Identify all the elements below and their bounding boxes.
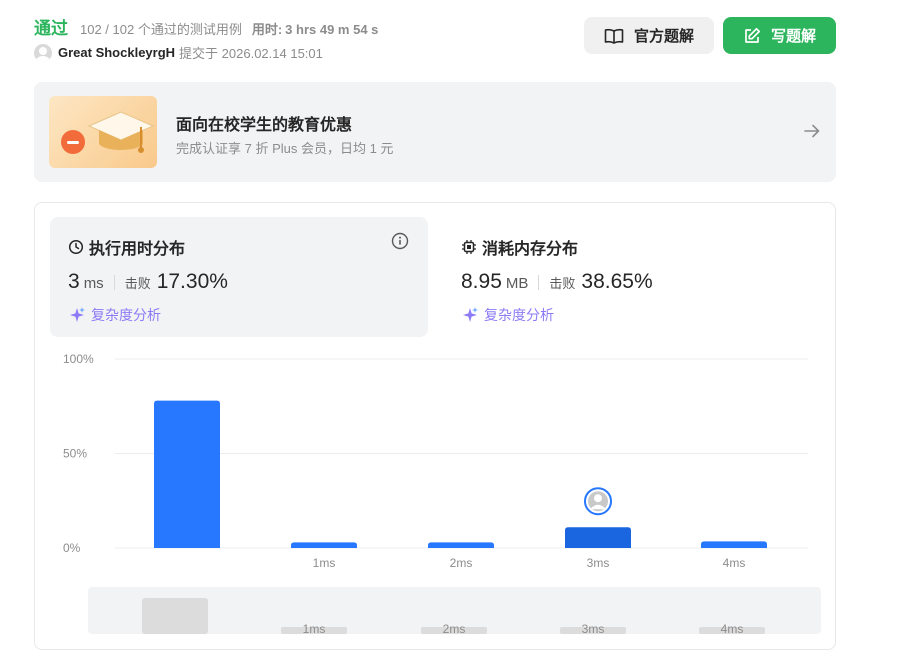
avatar-head bbox=[594, 494, 602, 503]
status-line: 通过 102 / 102 个通过的测试用例 用时: 3 hrs 49 m 54 … bbox=[34, 14, 378, 39]
runtime-title: 执行用时分布 bbox=[68, 235, 185, 259]
submit-time: 提交于 2026.02.14 15:01 bbox=[179, 46, 323, 61]
divider bbox=[538, 274, 540, 290]
runtime-complexity-label: 复杂度分析 bbox=[91, 307, 161, 323]
overview-tick-label: 4ms bbox=[721, 622, 744, 636]
runtime-card[interactable]: 执行用时分布 3 ms 击败 17.30% 复杂度分析 bbox=[50, 217, 428, 337]
runtime-beat-value: 17.30% bbox=[156, 270, 228, 293]
overview-bar bbox=[142, 598, 208, 634]
user-name[interactable]: Great ShockleyrgH bbox=[58, 45, 175, 60]
memory-values: 8.95 MB 击败 38.65% bbox=[461, 270, 653, 294]
bar bbox=[565, 527, 631, 548]
overview-tick-label: 1ms bbox=[303, 622, 326, 636]
edit-icon bbox=[745, 27, 761, 43]
memory-title: 消耗内存分布 bbox=[461, 235, 578, 259]
promo-title: 面向在校学生的教育优惠 bbox=[176, 117, 353, 134]
distribution-panel: 执行用时分布 3 ms 击败 17.30% 复杂度分析 消耗内存分布 8.95 … bbox=[34, 202, 836, 650]
runtime-value: 3 bbox=[68, 270, 80, 293]
runtime-distribution-chart[interactable]: 100% 50% 0% 1ms 2ms 3ms 4ms 1ms 2ms 3ms 4ms bbox=[35, 343, 835, 643]
write-solution-button[interactable]: 写题解 bbox=[723, 17, 836, 54]
x-tick-label: 4ms bbox=[723, 556, 746, 570]
y-tick-label: 0% bbox=[63, 541, 81, 555]
memory-unit: MB bbox=[505, 275, 529, 292]
graduation-cap-image bbox=[49, 96, 157, 168]
submit-info: Great ShockleyrgH 提交于 2026.02.14 15:01 bbox=[34, 43, 323, 62]
submission-header: 通过 102 / 102 个通过的测试用例 用时: 3 hrs 49 m 54 … bbox=[34, 14, 836, 64]
runtime-beat-label: 击败 bbox=[124, 276, 151, 291]
clock-icon bbox=[68, 239, 84, 255]
bar bbox=[291, 542, 357, 548]
bar bbox=[701, 541, 767, 548]
arrow-right-icon[interactable] bbox=[802, 121, 822, 141]
memory-card[interactable]: 消耗内存分布 8.95 MB 击败 38.65% 复杂度分析 bbox=[443, 217, 821, 337]
x-tick-label: 1ms bbox=[313, 556, 336, 570]
bar bbox=[428, 542, 494, 548]
official-solution-button[interactable]: 官方题解 bbox=[584, 17, 714, 54]
time-value: 3 hrs 49 m 54 s bbox=[285, 22, 379, 37]
info-icon[interactable] bbox=[391, 232, 409, 250]
user-avatar[interactable] bbox=[34, 43, 52, 62]
time-label: 用时: bbox=[251, 22, 283, 37]
runtime-complexity-link[interactable]: 复杂度分析 bbox=[68, 305, 161, 325]
bar bbox=[154, 400, 220, 548]
overview-tick-label: 2ms bbox=[443, 622, 466, 636]
memory-beat-value: 38.65% bbox=[581, 270, 653, 293]
sparkle-icon bbox=[70, 307, 85, 322]
x-tick-label: 2ms bbox=[450, 556, 473, 570]
runtime-values: 3 ms 击败 17.30% bbox=[68, 270, 228, 294]
testcase-count: 102 / 102 个通过的测试用例 bbox=[80, 22, 242, 37]
status-accepted: 通过 bbox=[34, 19, 68, 38]
memory-value: 8.95 bbox=[461, 270, 502, 293]
memory-complexity-label: 复杂度分析 bbox=[484, 307, 554, 323]
overview-tick-label: 3ms bbox=[582, 622, 605, 636]
runtime-title-label: 执行用时分布 bbox=[89, 241, 186, 258]
memory-title-label: 消耗内存分布 bbox=[482, 241, 579, 258]
write-solution-label: 写题解 bbox=[770, 28, 816, 45]
memory-complexity-link[interactable]: 复杂度分析 bbox=[461, 305, 554, 325]
runtime-unit: ms bbox=[83, 275, 104, 292]
divider bbox=[113, 274, 115, 290]
promo-subtitle: 完成认证享 7 折 Plus 会员，日均 1 元 bbox=[176, 141, 394, 156]
sparkle-icon bbox=[463, 307, 478, 322]
memory-beat-label: 击败 bbox=[549, 276, 576, 291]
x-tick-label: 3ms bbox=[587, 556, 610, 570]
education-promo-banner[interactable]: 面向在校学生的教育优惠 完成认证享 7 折 Plus 会员，日均 1 元 bbox=[34, 82, 836, 182]
y-tick-label: 100% bbox=[63, 352, 94, 366]
book-icon bbox=[604, 28, 624, 44]
official-solution-label: 官方题解 bbox=[633, 28, 694, 45]
y-tick-label: 50% bbox=[63, 447, 87, 461]
chip-icon bbox=[462, 240, 476, 254]
